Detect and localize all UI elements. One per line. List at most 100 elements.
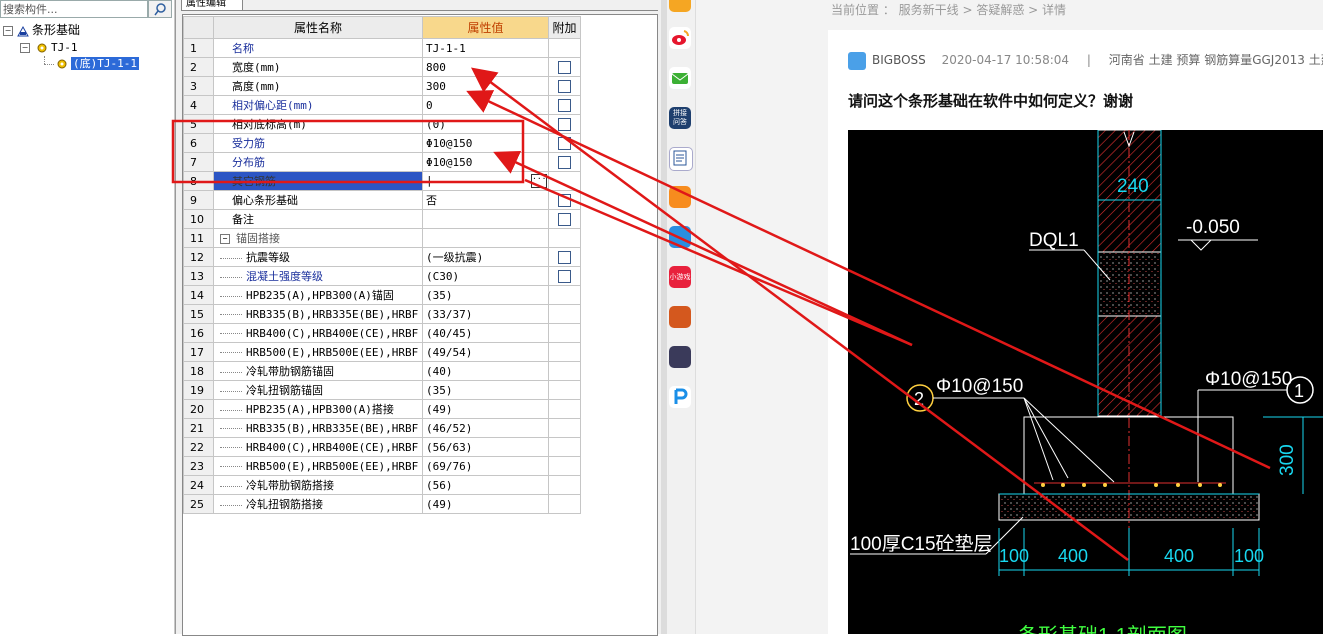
property-value[interactable]: (40) [422,361,549,381]
row-number: 18 [183,361,214,381]
tab-property-editor[interactable]: 属性编辑 [181,0,243,11]
property-value[interactable]: (49) [422,494,549,514]
property-value[interactable]: | ··· [422,171,549,191]
favorites-icon[interactable] [669,0,691,12]
table-row[interactable]: 14 HPB235(A),HPB300(A)锚固 (35) [183,285,581,305]
property-value[interactable]: (35) [422,285,549,305]
tree-child-label: TJ-1 [51,41,78,54]
property-name-cell: 备注 [213,209,423,229]
property-value[interactable]: (46/52) [422,418,549,438]
game-icon[interactable] [669,226,691,248]
warrior-game-icon[interactable] [669,306,691,328]
table-row[interactable]: 20 HPB235(A),HPB300(A)搭接 (49) [183,399,581,419]
table-row[interactable]: 17 HRB500(E),HRB500E(EE),HRBF (49/54) [183,342,581,362]
table-row[interactable]: 18 冷轧带肋钢筋锚固 (40) [183,361,581,381]
property-value[interactable]: (49) [422,399,549,419]
table-row[interactable]: 15 HRB335(B),HRB335E(BE),HRBF (33/37) [183,304,581,324]
property-name-cell: HRB335(B),HRB335E(BE),HRBF [213,304,423,324]
search-icon [154,3,166,16]
property-value[interactable]: Φ10@150 [422,133,549,153]
header-name[interactable]: 属性名称 [213,16,423,39]
property-value[interactable]: (56) [422,475,549,495]
collapse-icon[interactable]: − [220,234,230,244]
table-row[interactable]: 23 HRB500(E),HRB500E(EE),HRBF (69/76) [183,456,581,476]
pinpoint-qa-icon[interactable]: 拼接 问答 [669,107,691,129]
property-value[interactable]: (一级抗震) [422,247,549,267]
table-row[interactable]: 5 相对底标高(m) (0) [183,114,581,134]
property-value-text: TJ-1-1 [426,41,466,55]
table-row[interactable]: 9 偏心条形基础 否 [183,190,581,210]
property-value[interactable]: (0) [422,114,549,134]
attach-checkbox[interactable] [558,212,571,226]
table-row[interactable]: 6 受力筋 Φ10@150 [183,133,581,153]
attach-checkbox[interactable] [558,79,571,93]
breadcrumb[interactable]: 当前位置 ： 服务新干线 > 答疑解惑 > 详情 [831,1,1066,18]
header-value[interactable]: 属性值 [422,16,549,39]
table-row[interactable]: 24 冷轧带肋钢筋搭接 (56) [183,475,581,495]
property-value[interactable]: (40/45) [422,323,549,343]
ellipsis-button[interactable]: ··· [531,174,547,188]
extra-cell [548,133,581,153]
search-button[interactable] [148,0,172,18]
attach-checkbox[interactable] [558,155,571,169]
property-value-text: Φ10@150 [426,155,473,169]
property-value[interactable]: (33/37) [422,304,549,324]
attach-checkbox[interactable] [558,193,571,207]
attach-checkbox[interactable] [558,269,571,283]
property-value[interactable] [422,228,549,248]
property-value[interactable]: (69/76) [422,456,549,476]
table-row[interactable]: 1 名称 TJ-1-1 [183,38,581,58]
property-name-cell: HPB235(A),HPB300(A)搭接 [213,399,423,419]
tree-leaf-row[interactable]: (底)TJ-1-1 [56,55,139,71]
table-row[interactable]: 2 宽度(mm) 800 [183,57,581,77]
property-value[interactable]: (49/54) [422,342,549,362]
mini-game-icon[interactable]: 小游戏 [669,266,691,288]
attach-checkbox[interactable] [558,250,571,264]
table-row[interactable]: 12 抗震等级 (一级抗震) [183,247,581,267]
mail-icon[interactable] [669,67,691,89]
collapse-icon[interactable]: − [3,26,13,36]
weibo-icon[interactable] [669,27,691,49]
table-row[interactable]: 16 HRB400(C),HRB400E(CE),HRBF (40/45) [183,323,581,343]
property-name-cell: 宽度(mm) [213,57,423,77]
table-row[interactable]: 25 冷轧扭钢筋搭接 (49) [183,494,581,514]
table-row[interactable]: 3 高度(mm) 300 [183,76,581,96]
table-row[interactable]: 4 相对偏心距(mm) 0 [183,95,581,115]
table-row[interactable]: 19 冷轧扭钢筋锚固 (35) [183,380,581,400]
table-row[interactable]: 8 其它钢筋 | ··· [183,171,581,191]
property-value[interactable] [422,209,549,229]
header-extra[interactable]: 附加 [548,16,581,39]
table-row[interactable]: 10 备注 [183,209,581,229]
property-value-text: (69/76) [426,459,473,473]
property-value[interactable]: Φ10@150 [422,152,549,172]
word-doc-icon[interactable] [669,147,693,171]
table-row[interactable]: 11− 锚固搭接 [183,228,581,248]
property-value[interactable]: 否 [422,190,549,210]
property-value[interactable]: (35) [422,380,549,400]
user-avatar-icon[interactable] [848,51,866,70]
property-value[interactable]: TJ-1-1 [422,38,549,58]
property-name-cell: 冷轧扭钢筋锚固 [213,380,423,400]
search-input[interactable]: 搜索构件... [0,0,148,18]
attach-checkbox[interactable] [558,60,571,74]
property-value[interactable]: (C30) [422,266,549,286]
attach-checkbox[interactable] [558,117,571,131]
castle-game-icon[interactable] [669,346,691,368]
xiaoyue-icon[interactable] [669,186,691,208]
pp-icon[interactable] [669,386,691,408]
property-value-text: (35) [426,383,453,397]
attach-checkbox[interactable] [558,98,571,112]
table-row[interactable]: 7 分布筋 Φ10@150 [183,152,581,172]
post-tags[interactable]: 河南省 土建 预算 钢筋算量GGJ2013 土建 [1109,53,1323,67]
property-value[interactable]: 0 [422,95,549,115]
table-row[interactable]: 22 HRB400(C),HRB400E(CE),HRBF (56/63) [183,437,581,457]
table-row[interactable]: 13 混凝土强度等级 (C30) [183,266,581,286]
property-value[interactable]: (56/63) [422,437,549,457]
author-name[interactable]: BIGBOSS [872,53,926,67]
property-value[interactable]: 300 [422,76,549,96]
attach-checkbox[interactable] [558,136,571,150]
property-name: 冷轧扭钢筋锚固 [246,384,323,397]
property-value[interactable]: 800 [422,57,549,77]
table-row[interactable]: 21 HRB335(B),HRB335E(BE),HRBF (46/52) [183,418,581,438]
collapse-icon[interactable]: − [20,43,30,53]
